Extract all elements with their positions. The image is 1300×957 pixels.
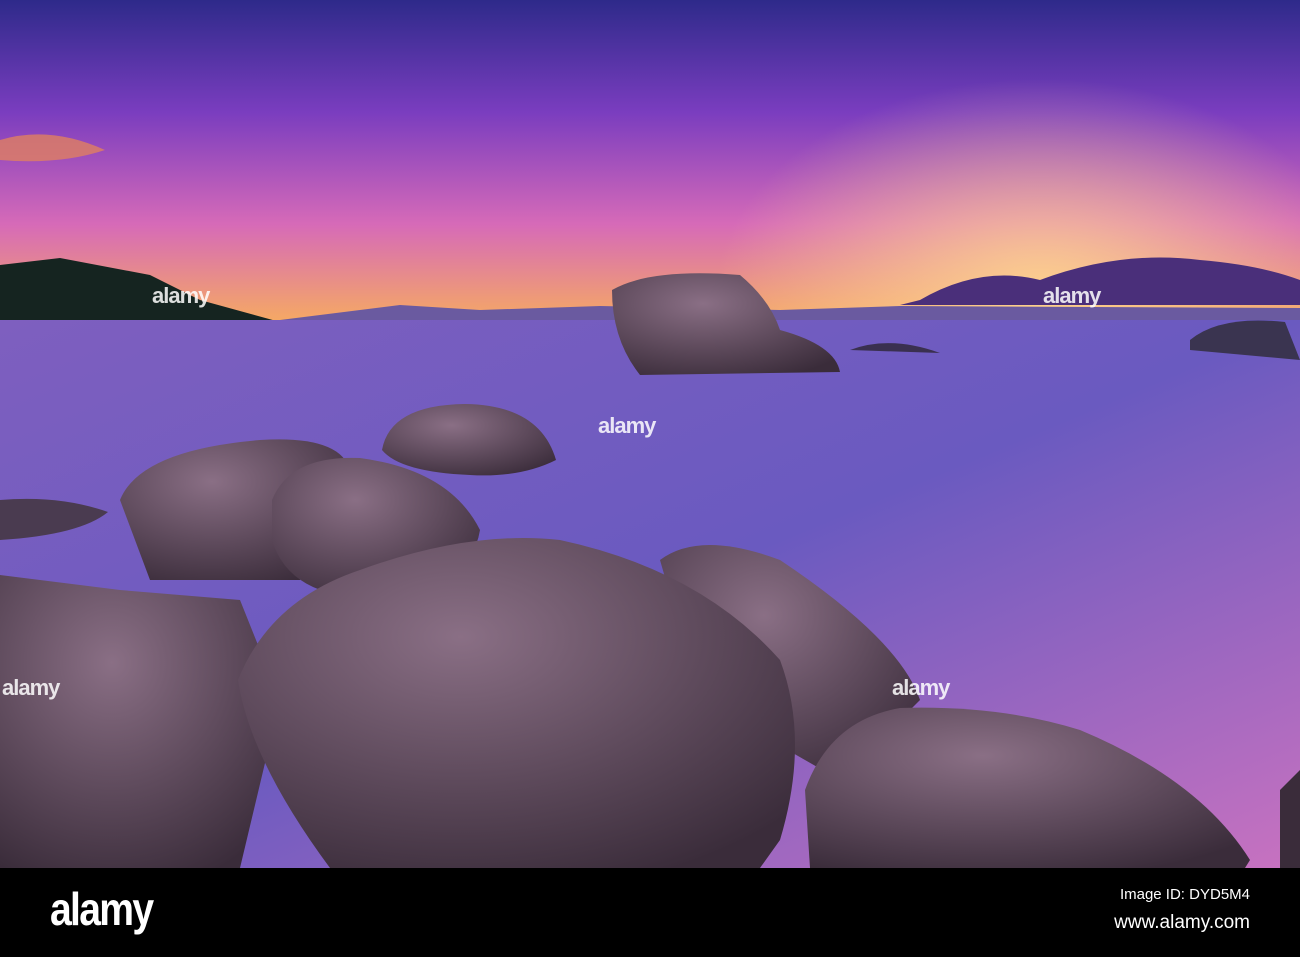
watermark: alamy: [598, 413, 656, 438]
image-id: Image ID: DYD5M4: [1119, 886, 1250, 903]
watermark: alamy: [892, 675, 950, 700]
watermark: alamy: [152, 283, 210, 308]
footer-bar: alamy Image ID: DYD5M4 www.alamy.com: [0, 868, 1300, 957]
alamy-logo: alamy: [50, 883, 154, 935]
watermark: alamy: [2, 675, 60, 700]
website-link[interactable]: www.alamy.com: [1114, 912, 1250, 934]
watermark: alamy: [1043, 283, 1101, 308]
